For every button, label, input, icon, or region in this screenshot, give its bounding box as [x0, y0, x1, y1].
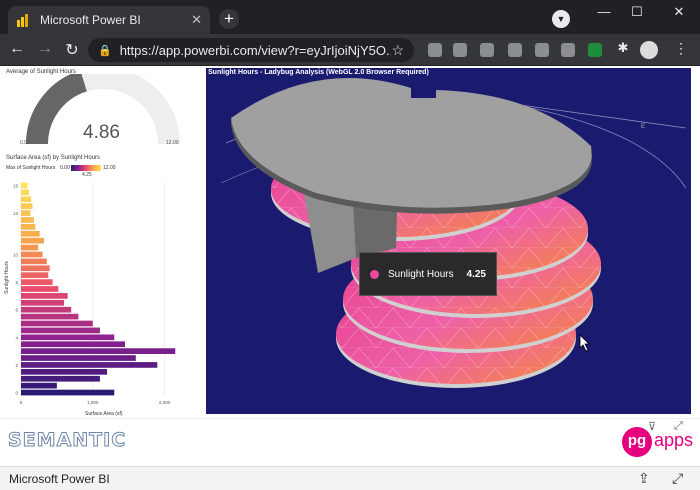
new-tab-button[interactable]: +	[219, 9, 239, 29]
fullscreen-icon[interactable]: ⤢	[672, 470, 683, 487]
bar[interactable]	[21, 224, 36, 230]
browser-titlebar: Microsoft Power BI ✕ + ▼ — ☐ ✕	[0, 0, 700, 34]
bar[interactable]	[21, 334, 115, 341]
bar[interactable]	[21, 375, 100, 382]
extension-icon[interactable]	[535, 43, 549, 57]
powerbi-icon	[16, 13, 30, 27]
bar[interactable]	[21, 306, 72, 313]
bar[interactable]	[21, 230, 40, 237]
url-text[interactable]: https://app.powerbi.com/view?r=eyJrIjoiN…	[120, 43, 392, 58]
bar[interactable]	[21, 341, 126, 348]
x-axis-label: Surface Area (sf)	[85, 411, 123, 417]
visual-title: Sunlight Hours - Ladybug Analysis (WebGL…	[208, 69, 429, 76]
webgl-visual[interactable]: Sunlight Hours - Ladybug Analysis (WebGL…	[206, 68, 691, 414]
reload-icon[interactable]: ↻	[62, 40, 82, 60]
y-tick-label: 0	[15, 391, 18, 396]
tooltip-dot	[370, 269, 379, 279]
bar[interactable]	[21, 217, 34, 223]
bar[interactable]	[21, 389, 115, 396]
bar[interactable]	[21, 272, 49, 279]
menu-icon[interactable]: ⋮	[674, 40, 688, 57]
bar[interactable]	[21, 182, 28, 189]
download-icon[interactable]: ▼	[552, 10, 570, 28]
browser-toolbar: ← → ↻ 🔒 https://app.powerbi.com/view?r=e…	[0, 34, 700, 66]
bar[interactable]	[21, 327, 100, 334]
drive-icon[interactable]	[588, 43, 602, 57]
legend-gradient	[71, 165, 101, 171]
bar[interactable]	[21, 348, 176, 354]
tooltip-label: Sunlight Hours	[388, 268, 454, 280]
y-tick-label: 8	[15, 280, 18, 285]
bar[interactable]	[21, 251, 43, 258]
bar[interactable]	[21, 210, 31, 216]
gauge-max: 12.00	[166, 140, 179, 146]
share-icon[interactable]: ⇪	[638, 470, 650, 487]
bar[interactable]	[21, 258, 47, 265]
bar-chart-title: Surface Area (sf) by Sunlight Hours	[6, 155, 101, 161]
x-tick-label: 0	[20, 400, 23, 405]
bookmark-star-icon[interactable]: ☆	[391, 42, 404, 59]
bar[interactable]	[21, 293, 68, 299]
report-title: Microsoft Power BI	[9, 472, 110, 486]
svg-text:E: E	[641, 124, 645, 130]
tooltip-value: 4.25	[466, 268, 486, 280]
bar[interactable]	[21, 203, 33, 210]
gauge-value: 4.86	[83, 122, 120, 143]
bar[interactable]	[21, 265, 50, 272]
pgapps-logo-text: apps	[654, 430, 694, 450]
pgapps-logo: pg	[622, 427, 652, 457]
gauge-min: 0.00	[20, 140, 30, 146]
left-panel: Average of Sunlight Hours 4.86 0.00 12.0…	[3, 66, 200, 418]
bar[interactable]	[21, 244, 39, 251]
puzzle-icon[interactable]: ✱	[613, 40, 633, 56]
extension-icon[interactable]	[428, 43, 442, 57]
bar[interactable]	[21, 362, 158, 368]
legend-max: 12.00	[103, 165, 116, 171]
y-tick-label: 13	[13, 211, 19, 216]
tooltip: Sunlight Hours 4.25	[359, 252, 497, 296]
bar[interactable]	[21, 237, 44, 244]
forward-icon[interactable]: →	[35, 40, 55, 58]
report-page: Average of Sunlight Hours 4.86 0.00 12.0…	[0, 66, 700, 466]
bar-chart[interactable]: Sunlight Hours Surface Area (sf) 15 13 10 8…	[3, 174, 200, 419]
close-window-button[interactable]: ✕	[658, 0, 700, 28]
close-tab-icon[interactable]: ✕	[191, 12, 202, 28]
y-tick-label: 2	[15, 363, 18, 368]
browser-tab[interactable]: Microsoft Power BI ✕	[8, 6, 210, 34]
legend-min: 0.00	[60, 165, 70, 171]
y-tick-label: 10	[13, 252, 19, 257]
maximize-button[interactable]: ☐	[616, 0, 658, 28]
x-tick-label: 2,000	[159, 400, 171, 405]
bar[interactable]	[21, 279, 53, 285]
bar[interactable]	[21, 355, 136, 361]
extension-icon[interactable]	[480, 43, 494, 57]
bar[interactable]	[21, 286, 59, 292]
extension-icon[interactable]	[561, 43, 575, 57]
bar[interactable]	[21, 382, 57, 389]
bar[interactable]	[21, 368, 108, 375]
bar[interactable]	[21, 299, 65, 306]
y-tick-label: 4	[15, 335, 18, 340]
extension-icon[interactable]	[508, 43, 522, 57]
bar[interactable]	[21, 320, 93, 327]
mouse-cursor-icon	[579, 334, 590, 352]
semantic-logo: SEMANTIC	[7, 429, 127, 452]
powerbi-bottom-bar: Microsoft Power BI ⇪ ⤢	[0, 466, 700, 490]
building-render[interactable]: N E	[206, 68, 691, 414]
report-footer: ⊽ ⤢ SEMANTIC pg apps	[0, 418, 700, 466]
y-tick-label: 15	[13, 183, 19, 188]
tab-title: Microsoft Power BI	[40, 13, 141, 27]
address-bar[interactable]: 🔒 https://app.powerbi.com/view?r=eyJrIjo…	[88, 38, 414, 62]
extension-icon[interactable]	[453, 43, 467, 57]
legend-label: Max of Sunlight Hours	[6, 165, 56, 171]
y-axis-label: Sunlight Hours	[4, 261, 10, 294]
back-icon[interactable]: ←	[7, 40, 27, 58]
lock-icon: 🔒	[98, 44, 112, 57]
bar[interactable]	[21, 189, 29, 196]
y-tick-label: 6	[15, 308, 18, 313]
x-tick-label: 1,000	[87, 400, 99, 405]
bar[interactable]	[21, 196, 32, 203]
avatar[interactable]	[640, 41, 658, 59]
bar[interactable]	[21, 313, 79, 320]
